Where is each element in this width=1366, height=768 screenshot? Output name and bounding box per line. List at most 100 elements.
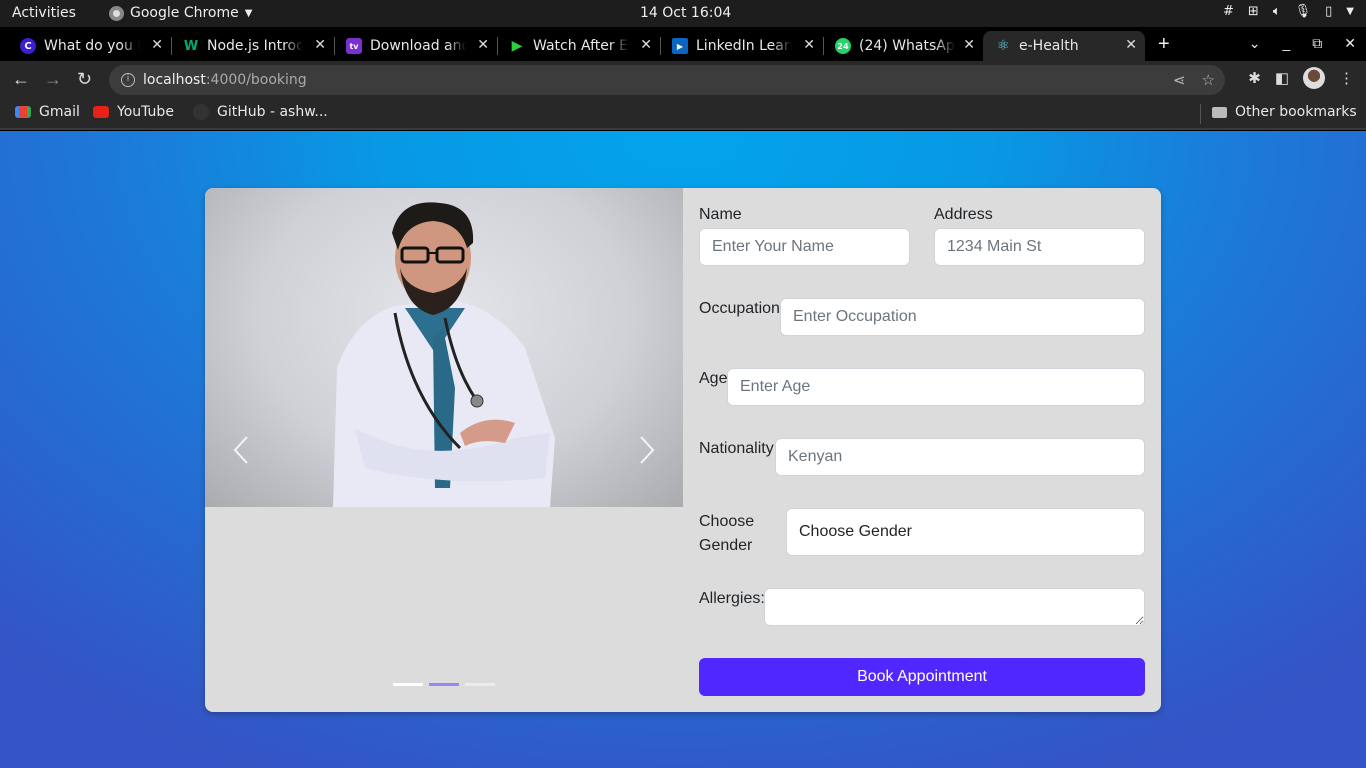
gender-label-line1: Choose [699, 513, 755, 530]
tab-title: Node.js Introduction [207, 38, 303, 54]
allergies-textarea[interactable] [764, 588, 1145, 626]
window-controls: ⌄ _ ⧉ ✕ [1249, 35, 1356, 52]
gmail-icon [15, 106, 31, 118]
tv-icon: tv [346, 38, 362, 54]
bookmark-gmail[interactable]: Gmail [15, 104, 80, 120]
whatsapp-icon: 24 [835, 38, 851, 54]
tab-title: What do you have [44, 38, 140, 54]
app-menu[interactable]: Google Chrome ▼ [109, 5, 252, 21]
tab-download-and[interactable]: tv Download and ✕ [334, 31, 498, 61]
book-appointment-button[interactable]: Book Appointment [699, 658, 1145, 696]
address-label: Address [934, 206, 993, 223]
youtube-icon [93, 106, 109, 118]
bookmarks-bar: Gmail YouTube GitHub - ashw... Other boo… [0, 98, 1366, 130]
restore-button[interactable]: ⧉ [1312, 35, 1322, 52]
linkedin-learning-icon: ▶ [672, 38, 688, 54]
app-name: Google Chrome [130, 5, 239, 21]
bookmark-label: Gmail [39, 104, 80, 120]
tab-title: Download and [370, 38, 466, 54]
close-icon[interactable]: ✕ [1125, 37, 1137, 53]
occupation-input[interactable] [780, 298, 1145, 336]
carousel-indicator-3[interactable] [465, 683, 495, 686]
minimize-button[interactable]: _ [1282, 35, 1290, 52]
tab-title: LinkedIn Learning [696, 38, 792, 54]
new-tab-button[interactable]: + [1158, 33, 1170, 56]
doctor-photo [333, 202, 555, 507]
other-bookmarks[interactable]: Other bookmarks [1212, 104, 1357, 120]
share-icon[interactable]: ⋖ [1173, 71, 1186, 89]
gender-select[interactable]: Choose Gender [786, 508, 1145, 556]
gender-label-line2: Gender [699, 537, 753, 554]
bookmark-star-icon[interactable]: ☆ [1202, 71, 1215, 89]
microphone-icon[interactable]: 🎙︎ [1295, 4, 1312, 19]
carousel-slide [205, 188, 683, 507]
tab-e-health[interactable]: ⚛ e-Health ✕ [983, 31, 1145, 61]
browser-toolbar: ← → ↻ i localhost:4000/booking ⋖ ☆ ✱ ◧ ⋮ [0, 61, 1366, 98]
age-input[interactable] [727, 368, 1145, 406]
carousel-indicators [393, 683, 495, 686]
tab-title: Watch After Ever [533, 38, 629, 54]
profile-avatar[interactable] [1303, 67, 1325, 89]
close-icon[interactable]: ✕ [151, 37, 163, 53]
system-menu-caret-icon[interactable]: ▼ [1346, 6, 1354, 17]
chrome-menu-icon[interactable]: ⋮ [1339, 69, 1354, 87]
booking-form: Name Address Occupation Age Nationality … [699, 188, 1145, 712]
carousel-next-button[interactable] [635, 433, 659, 467]
w3schools-icon: W [183, 38, 199, 54]
reload-button[interactable]: ↻ [77, 69, 92, 90]
close-icon[interactable]: ✕ [477, 37, 489, 53]
site-info-icon[interactable]: i [121, 73, 135, 87]
tab-nodejs-introduction[interactable]: W Node.js Introduction ✕ [171, 31, 335, 61]
tab-title: e-Health [1019, 38, 1079, 54]
allergies-label: Allergies: [699, 590, 765, 607]
tab-linkedin-learning[interactable]: ▶ LinkedIn Learning ✕ [660, 31, 824, 61]
close-icon[interactable]: ✕ [803, 37, 815, 53]
bookmarks-separator [1200, 104, 1201, 124]
booking-card: Name Address Occupation Age Nationality … [205, 188, 1161, 712]
address-input[interactable] [934, 228, 1145, 266]
carousel-indicator-2[interactable] [429, 683, 459, 686]
react-icon: ⚛ [996, 38, 1010, 54]
name-input[interactable] [699, 228, 910, 266]
system-top-bar: Activities Google Chrome ▼ 14 Oct 16:04 … [0, 0, 1366, 27]
volume-icon[interactable]: 🔈︎ [1273, 4, 1281, 19]
name-label: Name [699, 206, 742, 223]
slack-icon[interactable]: # [1223, 4, 1234, 19]
folder-icon [1212, 106, 1227, 118]
extensions-puzzle-icon[interactable]: ✱ [1248, 69, 1261, 87]
clock[interactable]: 14 Oct 16:04 [640, 5, 731, 21]
url-path: :4000/booking [205, 72, 307, 88]
back-button[interactable]: ← [12, 69, 30, 90]
tab-title: (24) WhatsApp [859, 38, 955, 54]
c-circle-icon: C [20, 38, 36, 54]
nationality-input[interactable] [775, 438, 1145, 476]
bookmark-label: YouTube [117, 104, 174, 120]
url-host: localhost [143, 72, 206, 88]
carousel-indicator-1[interactable] [393, 683, 423, 686]
tab-whatsapp[interactable]: 24 (24) WhatsApp ✕ [823, 31, 983, 61]
bookmark-youtube[interactable]: YouTube [93, 104, 174, 120]
forward-button[interactable]: → [44, 69, 62, 90]
tab-what-do-you-have[interactable]: C What do you have ✕ [8, 31, 172, 61]
github-icon [193, 104, 209, 120]
system-tray[interactable]: # ⊞ 🔈︎ 🎙︎ ▯ ▼ [1223, 4, 1354, 19]
side-panel-icon[interactable]: ◧ [1275, 69, 1289, 87]
close-icon[interactable]: ✕ [963, 37, 975, 53]
bookmark-github[interactable]: GitHub - ashw... [193, 104, 328, 120]
close-icon[interactable]: ✕ [640, 37, 652, 53]
network-icon[interactable]: ⊞ [1248, 4, 1259, 19]
tab-search-chevron-icon[interactable]: ⌄ [1249, 35, 1261, 52]
caret-down-icon: ▼ [244, 7, 253, 19]
close-icon[interactable]: ✕ [314, 37, 326, 53]
battery-icon[interactable]: ▯ [1325, 4, 1332, 19]
play-icon: ▶ [511, 38, 523, 54]
occupation-label: Occupation [699, 300, 780, 317]
page-background: Name Address Occupation Age Nationality … [0, 131, 1366, 768]
carousel-prev-button[interactable] [229, 433, 253, 467]
activities-button[interactable]: Activities [12, 5, 76, 21]
tab-watch-after-ever[interactable]: ▶ Watch After Ever ✕ [497, 31, 661, 61]
bookmark-label: GitHub - ashw... [217, 104, 328, 120]
close-window-button[interactable]: ✕ [1344, 35, 1356, 52]
address-bar[interactable]: i localhost:4000/booking ⋖ ☆ [109, 65, 1225, 95]
gender-label: Choose Gender [699, 510, 754, 558]
